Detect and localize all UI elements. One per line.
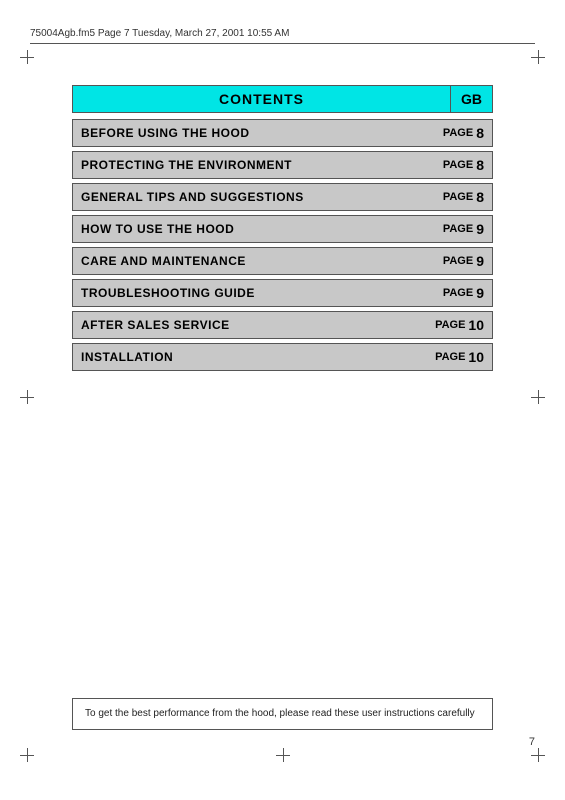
toc-row-label: TROUBLESHOOTING GUIDE <box>73 281 435 305</box>
toc-row: PROTECTING THE ENVIRONMENTPAGE8 <box>72 151 493 179</box>
header-bar: 75004Agb.fm5 Page 7 Tuesday, March 27, 2… <box>30 28 535 44</box>
toc-row-page: PAGE8 <box>435 120 492 146</box>
page-word: PAGE <box>443 159 473 171</box>
file-info: 75004Agb.fm5 Page 7 Tuesday, March 27, 2… <box>30 28 289 39</box>
toc-row-label: INSTALLATION <box>73 345 427 369</box>
contents-gb: GB <box>450 85 493 113</box>
cross-mark-bottom-right <box>531 748 545 762</box>
page-num: 9 <box>476 285 484 301</box>
cross-mark-mid-left <box>20 390 34 404</box>
page-number: 7 <box>529 736 535 748</box>
page-word: PAGE <box>443 223 473 235</box>
cross-mark-top-left <box>20 50 34 64</box>
bottom-notice-text: To get the best performance from the hoo… <box>85 708 475 719</box>
toc-row-label: CARE AND MAINTENANCE <box>73 249 435 273</box>
toc-row-label: BEFORE USING THE HOOD <box>73 121 435 145</box>
toc-row-page: PAGE9 <box>435 216 492 242</box>
toc-rows: BEFORE USING THE HOODPAGE8PROTECTING THE… <box>72 119 493 371</box>
content-area: CONTENTS GB BEFORE USING THE HOODPAGE8PR… <box>72 85 493 375</box>
cross-mark-top-right <box>531 50 545 64</box>
page-num: 8 <box>476 189 484 205</box>
toc-row: AFTER SALES SERVICEPAGE10 <box>72 311 493 339</box>
page-word: PAGE <box>443 287 473 299</box>
toc-row-label: PROTECTING THE ENVIRONMENT <box>73 153 435 177</box>
toc-row-page: PAGE8 <box>435 184 492 210</box>
page-container: 75004Agb.fm5 Page 7 Tuesday, March 27, 2… <box>0 0 565 800</box>
toc-row: TROUBLESHOOTING GUIDEPAGE9 <box>72 279 493 307</box>
toc-row-label: GENERAL TIPS AND SUGGESTIONS <box>73 185 435 209</box>
page-word: PAGE <box>443 191 473 203</box>
toc-row-label: AFTER SALES SERVICE <box>73 313 427 337</box>
page-num: 9 <box>476 253 484 269</box>
toc-row: BEFORE USING THE HOODPAGE8 <box>72 119 493 147</box>
toc-row: INSTALLATIONPAGE10 <box>72 343 493 371</box>
page-num: 10 <box>468 349 484 365</box>
page-word: PAGE <box>443 127 473 139</box>
page-num: 8 <box>476 125 484 141</box>
toc-row-page: PAGE9 <box>435 280 492 306</box>
page-word: PAGE <box>435 319 465 331</box>
toc-row: GENERAL TIPS AND SUGGESTIONSPAGE8 <box>72 183 493 211</box>
page-word: PAGE <box>435 351 465 363</box>
toc-row: HOW TO USE THE HOODPAGE9 <box>72 215 493 243</box>
page-num: 10 <box>468 317 484 333</box>
page-word: PAGE <box>443 255 473 267</box>
cross-mark-mid-right <box>531 390 545 404</box>
contents-title: CONTENTS <box>72 85 450 113</box>
cross-mark-bottom-left <box>20 748 34 762</box>
toc-row-page: PAGE9 <box>435 248 492 274</box>
toc-row-page: PAGE10 <box>427 312 492 338</box>
bottom-notice: To get the best performance from the hoo… <box>72 698 493 730</box>
toc-row-page: PAGE10 <box>427 344 492 370</box>
contents-header: CONTENTS GB <box>72 85 493 113</box>
page-num: 8 <box>476 157 484 173</box>
toc-row: CARE AND MAINTENANCEPAGE9 <box>72 247 493 275</box>
page-num: 9 <box>476 221 484 237</box>
toc-row-page: PAGE8 <box>435 152 492 178</box>
cross-mark-bottom-mid <box>276 748 290 762</box>
toc-row-label: HOW TO USE THE HOOD <box>73 217 435 241</box>
